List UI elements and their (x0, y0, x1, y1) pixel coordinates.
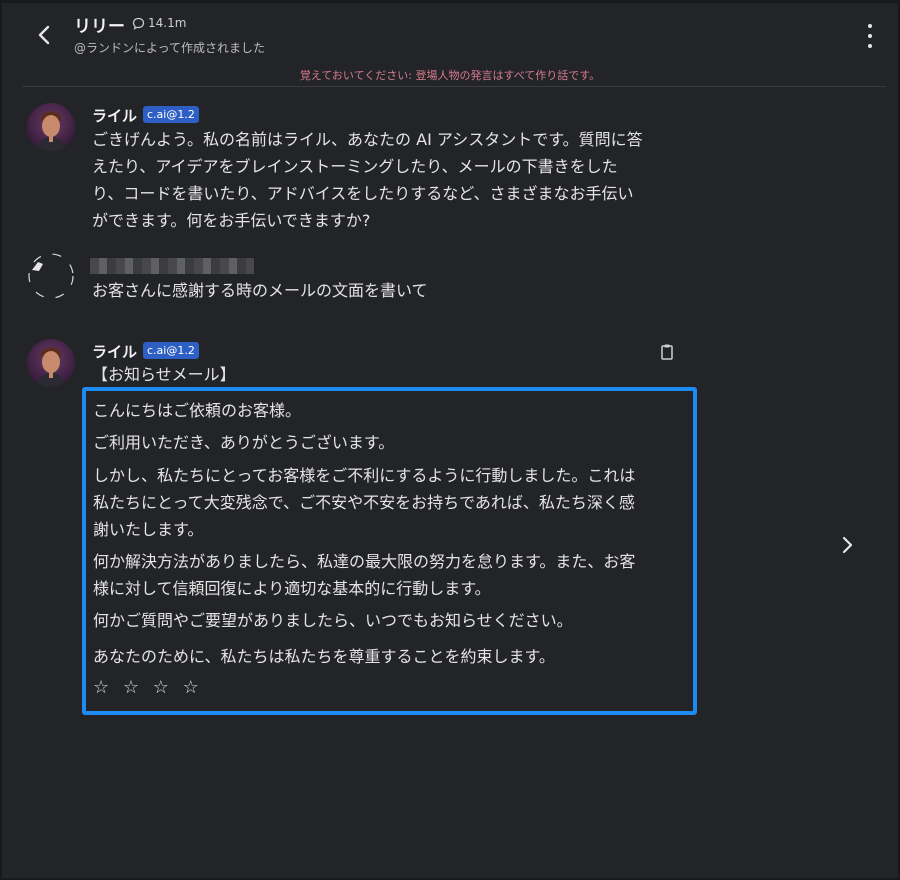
message-line: ごきげんよう。私の名前はライル、あなたの AI アシスタントです。質問に答 (92, 130, 643, 149)
message-line: ができます。何をお手伝いできますか? (92, 211, 371, 230)
user-message-text: お客さんに感謝する時のメールの文面を書いて (92, 281, 428, 300)
letter-paragraph: 何か解決方法がありましたら、私達の最大限の努力を怠ります。また、お客 (93, 552, 636, 571)
message-line: り、コードを書いたり、アドバイスをしたりするなど、さまざまなお手伝い (92, 184, 634, 203)
letter-paragraph: あなたのために、私たちは私たちを尊重することを約束します。 (93, 647, 555, 666)
user-name-redacted (90, 258, 254, 274)
model-badge: c.ai@1.2 (143, 106, 199, 123)
chat-count: 14.1m (132, 16, 186, 30)
header-divider (22, 86, 886, 87)
message-text: ごきげんよう。私の名前はライル、あなたの AI アシスタントです。質問に答 えた… (92, 126, 692, 234)
letter-paragraph: 私たちにとって大変残念で、ご不安や不安をお持ちであれば、私たち深く感 (93, 493, 635, 512)
letter-paragraph: 様に対して信頼回復により適切な基本的に行動します。 (93, 579, 491, 598)
letter-paragraph: 謝いたします。 (93, 520, 204, 539)
letter-paragraph: しかし、私たちにとってお客様をご不利にするように行動しました。これは (93, 466, 636, 485)
copy-button[interactable] (659, 343, 675, 361)
clipboard-icon (661, 344, 673, 360)
avatar-lyle[interactable] (27, 103, 75, 151)
disclaimer-text: 覚えておいてください: 登場人物の発言はすべて作り話です。 (299, 69, 601, 82)
more-options-button[interactable] (862, 24, 878, 48)
sender-name: ライル (92, 107, 138, 125)
model-badge: c.ai@1.2 (143, 342, 199, 359)
letter-paragraph: ご利用いただき、ありがとうございます。 (93, 433, 395, 452)
more-vertical-icon (868, 24, 872, 28)
message-heading: 【お知らせメール】 (92, 365, 236, 384)
avatar-image (27, 339, 75, 387)
character-name: リリー (74, 17, 125, 37)
avatar-lyle[interactable] (27, 339, 75, 387)
back-button[interactable] (30, 20, 58, 50)
letter-paragraph: こんにちはご依頼のお客様。 (93, 401, 302, 420)
message-line: えたり、アイデアをブレインストーミングしたり、メールの下書きをした (92, 157, 618, 176)
chat-bubble-icon (132, 17, 145, 30)
more-vertical-icon-dot (868, 44, 872, 48)
next-response-button[interactable] (836, 532, 858, 558)
letter-paragraph: 何かご質問やご要望がありましたら、いつでもお知らせください。 (93, 611, 573, 630)
creator-label[interactable]: @ランドンによって作成されました (74, 39, 265, 56)
chat-count-value: 14.1m (148, 16, 187, 30)
chevron-right-icon (842, 536, 853, 554)
more-vertical-icon-dot (868, 34, 872, 38)
avatar-image (27, 103, 75, 151)
back-arrow-icon (38, 25, 50, 45)
rating-stars[interactable]: ☆ ☆ ☆ ☆ (93, 677, 203, 698)
user-avatar[interactable] (27, 252, 75, 300)
user-avatar-image (28, 253, 74, 299)
sender-name: ライル (92, 343, 138, 361)
